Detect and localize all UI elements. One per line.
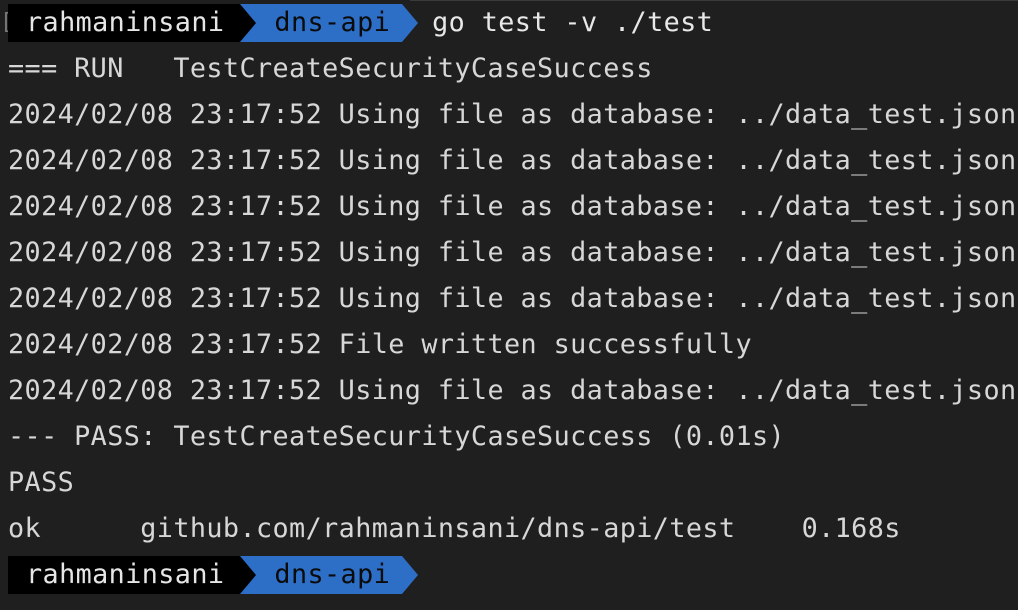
output-line: === RUN TestCreateSecurityCaseSuccess [8, 53, 653, 84]
output-line: 2024/02/08 23:17:52 Using file as databa… [8, 99, 1017, 130]
prompt-separator-arrow-icon [240, 556, 257, 594]
output-line: 2024/02/08 23:17:52 Using file as databa… [8, 375, 1017, 406]
prompt-dir-segment: dns-api [256, 4, 403, 42]
prompt-line-top: [ rahmaninsani dns-api go test -v ./test [0, 0, 713, 46]
terminal-window[interactable]: [ rahmaninsani dns-api go test -v ./test… [0, 0, 1018, 610]
output-line: 2024/02/08 23:17:52 Using file as databa… [8, 283, 1017, 314]
prompt-user-segment: rahmaninsani [8, 556, 241, 594]
output-line: 2024/02/08 23:17:52 File written success… [8, 329, 752, 360]
prompt-separator-arrow-icon [240, 4, 257, 42]
output-line: ok github.com/rahmaninsani/dns-api/test … [8, 513, 901, 544]
prompt-line-bottom: rahmaninsani dns-api [0, 552, 419, 598]
output-line: --- PASS: TestCreateSecurityCaseSuccess … [8, 421, 786, 452]
output-line: 2024/02/08 23:17:52 Using file as databa… [8, 145, 1017, 176]
output-line: 2024/02/08 23:17:52 Using file as databa… [8, 191, 1017, 222]
prompt-user-segment: rahmaninsani [8, 4, 241, 42]
prompt-end-arrow-icon [402, 556, 419, 594]
prompt-end-arrow-icon [402, 4, 419, 42]
output-line: 2024/02/08 23:17:52 Using file as databa… [8, 237, 1017, 268]
edge-bracket: [ [0, 8, 8, 38]
output-line: PASS [8, 467, 75, 498]
prompt-dir-segment: dns-api [256, 556, 403, 594]
command-text: go test -v ./test [432, 7, 714, 38]
